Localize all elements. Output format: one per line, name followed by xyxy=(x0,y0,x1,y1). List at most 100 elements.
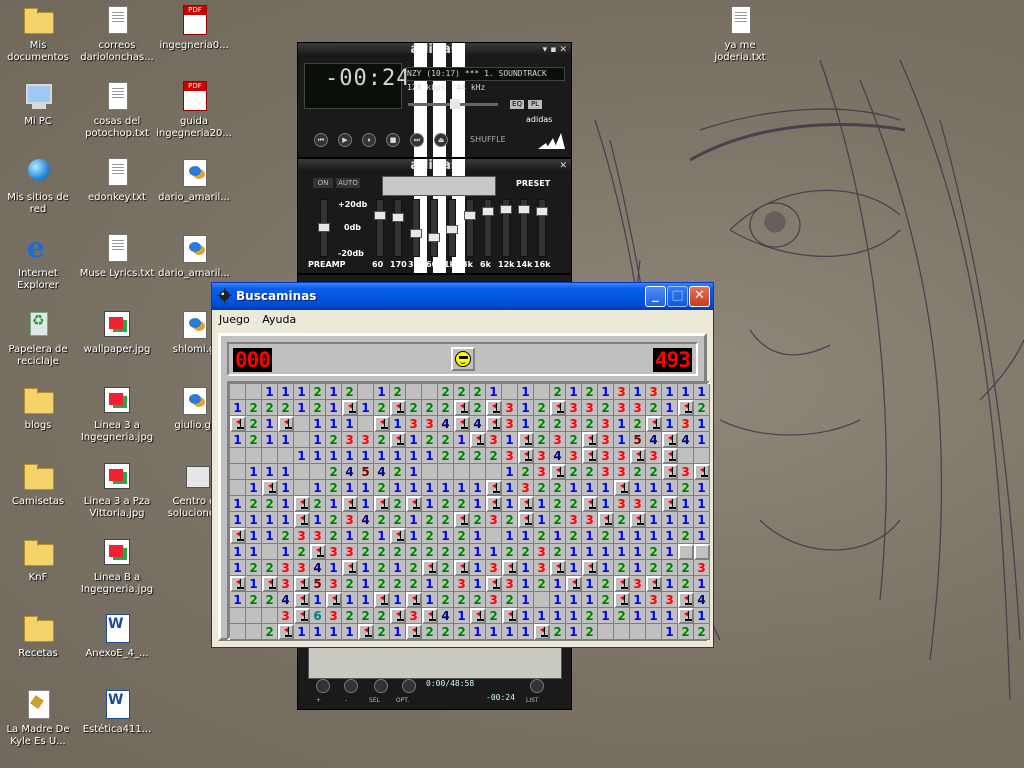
flagged-cell[interactable] xyxy=(646,576,662,592)
revealed-cell[interactable]: 1 xyxy=(406,528,422,544)
desktop-icon-dario2[interactable]: dario_amaril... xyxy=(156,232,232,280)
flagged-cell[interactable] xyxy=(614,592,630,608)
revealed-cell[interactable]: 2 xyxy=(438,576,454,592)
revealed-cell[interactable]: 1 xyxy=(374,384,390,400)
revealed-cell[interactable]: 1 xyxy=(662,544,678,560)
pl-opt-button[interactable] xyxy=(402,679,416,693)
revealed-cell[interactable]: 1 xyxy=(566,560,582,576)
revealed-cell[interactable]: 1 xyxy=(342,528,358,544)
flagged-cell[interactable] xyxy=(342,560,358,576)
revealed-cell[interactable]: 4 xyxy=(374,464,390,480)
revealed-cell[interactable]: 1 xyxy=(662,608,678,624)
revealed-cell[interactable]: 1 xyxy=(630,544,646,560)
revealed-cell[interactable]: 1 xyxy=(310,592,326,608)
revealed-cell[interactable]: 2 xyxy=(630,464,646,480)
revealed-cell[interactable]: 2 xyxy=(534,480,550,496)
flagged-cell[interactable] xyxy=(406,624,422,640)
revealed-cell[interactable]: 1 xyxy=(566,592,582,608)
revealed-cell[interactable]: 2 xyxy=(390,384,406,400)
flagged-cell[interactable] xyxy=(374,592,390,608)
revealed-cell[interactable]: 2 xyxy=(438,592,454,608)
desktop-icon-camisetas[interactable]: Camisetas xyxy=(0,460,76,508)
revealed-cell[interactable]: 2 xyxy=(262,560,278,576)
revealed-cell[interactable]: 5 xyxy=(358,464,374,480)
revealed-cell[interactable] xyxy=(486,464,502,480)
revealed-cell[interactable]: 1 xyxy=(598,560,614,576)
revealed-cell[interactable]: 2 xyxy=(582,384,598,400)
revealed-cell[interactable] xyxy=(262,608,278,624)
revealed-cell[interactable]: 1 xyxy=(342,624,358,640)
revealed-cell[interactable]: 4 xyxy=(310,560,326,576)
revealed-cell[interactable]: 1 xyxy=(694,480,710,496)
flagged-cell[interactable] xyxy=(230,416,246,432)
revealed-cell[interactable]: 2 xyxy=(566,528,582,544)
revealed-cell[interactable]: 1 xyxy=(614,528,630,544)
revealed-cell[interactable]: 4 xyxy=(438,608,454,624)
revealed-cell[interactable]: 3 xyxy=(294,560,310,576)
revealed-cell[interactable]: 1 xyxy=(470,528,486,544)
revealed-cell[interactable]: 3 xyxy=(326,544,342,560)
flagged-cell[interactable] xyxy=(646,416,662,432)
flagged-cell[interactable] xyxy=(662,496,678,512)
revealed-cell[interactable]: 2 xyxy=(438,432,454,448)
revealed-cell[interactable]: 1 xyxy=(550,528,566,544)
flagged-cell[interactable] xyxy=(534,624,550,640)
revealed-cell[interactable]: 1 xyxy=(294,384,310,400)
revealed-cell[interactable]: 3 xyxy=(566,400,582,416)
revealed-cell[interactable]: 2 xyxy=(534,400,550,416)
flagged-cell[interactable] xyxy=(518,448,534,464)
pl-list-button[interactable] xyxy=(530,679,544,693)
eq-band-knob[interactable] xyxy=(518,205,530,214)
revealed-cell[interactable]: 2 xyxy=(326,464,342,480)
revealed-cell[interactable]: 1 xyxy=(246,576,262,592)
revealed-cell[interactable] xyxy=(502,384,518,400)
revealed-cell[interactable]: 2 xyxy=(646,400,662,416)
revealed-cell[interactable]: 1 xyxy=(550,592,566,608)
eq-band-knob[interactable] xyxy=(374,211,386,220)
revealed-cell[interactable]: 2 xyxy=(550,624,566,640)
revealed-cell[interactable]: 3 xyxy=(534,464,550,480)
revealed-cell[interactable]: 1 xyxy=(534,608,550,624)
revealed-cell[interactable]: 3 xyxy=(534,560,550,576)
revealed-cell[interactable]: 3 xyxy=(630,400,646,416)
flagged-cell[interactable] xyxy=(470,432,486,448)
revealed-cell[interactable]: 4 xyxy=(358,512,374,528)
revealed-cell[interactable]: 1 xyxy=(566,624,582,640)
flagged-cell[interactable] xyxy=(230,576,246,592)
flagged-cell[interactable] xyxy=(342,400,358,416)
revealed-cell[interactable]: 2 xyxy=(422,512,438,528)
revealed-cell[interactable]: 1 xyxy=(486,544,502,560)
revealed-cell[interactable]: 4 xyxy=(646,432,662,448)
revealed-cell[interactable]: 3 xyxy=(502,576,518,592)
revealed-cell[interactable]: 3 xyxy=(278,576,294,592)
revealed-cell[interactable]: 1 xyxy=(502,496,518,512)
stop-button[interactable]: ■ xyxy=(386,133,400,147)
revealed-cell[interactable]: 2 xyxy=(342,384,358,400)
flagged-cell[interactable] xyxy=(550,400,566,416)
revealed-cell[interactable]: 1 xyxy=(486,384,502,400)
revealed-cell[interactable] xyxy=(678,448,694,464)
revealed-cell[interactable]: 3 xyxy=(486,560,502,576)
revealed-cell[interactable]: 3 xyxy=(630,576,646,592)
revealed-cell[interactable]: 1 xyxy=(230,560,246,576)
revealed-cell[interactable]: 4 xyxy=(694,592,710,608)
revealed-cell[interactable]: 1 xyxy=(262,512,278,528)
revealed-cell[interactable]: 1 xyxy=(422,592,438,608)
revealed-cell[interactable]: 1 xyxy=(246,528,262,544)
eq-close-icon[interactable]: ✕ xyxy=(559,159,567,173)
revealed-cell[interactable]: 3 xyxy=(662,592,678,608)
revealed-cell[interactable]: 3 xyxy=(566,512,582,528)
revealed-cell[interactable]: 2 xyxy=(310,384,326,400)
flagged-cell[interactable] xyxy=(486,416,502,432)
revealed-cell[interactable]: 1 xyxy=(342,480,358,496)
desktop-icon-recetas[interactable]: Recetas xyxy=(0,612,76,660)
revealed-cell[interactable]: 2 xyxy=(246,432,262,448)
revealed-cell[interactable]: 3 xyxy=(630,496,646,512)
flagged-cell[interactable] xyxy=(502,560,518,576)
revealed-cell[interactable]: 3 xyxy=(598,432,614,448)
revealed-cell[interactable]: 5 xyxy=(630,432,646,448)
revealed-cell[interactable]: 1 xyxy=(662,576,678,592)
revealed-cell[interactable]: 1 xyxy=(310,448,326,464)
revealed-cell[interactable] xyxy=(438,464,454,480)
revealed-cell[interactable] xyxy=(294,432,310,448)
